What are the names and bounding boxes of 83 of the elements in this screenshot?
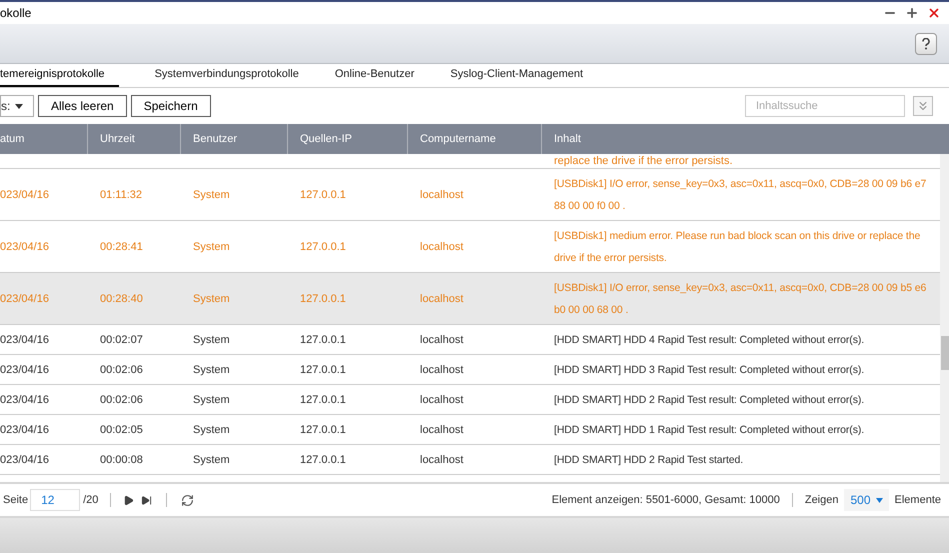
scrollbar[interactable] [940,154,949,482]
tab[interactable]: Online-Benutzer [320,63,428,87]
tab[interactable]: temereignisprotokolle [0,63,119,87]
table-cell-text: 023/04/16 [0,362,49,378]
table-cell-text: System [193,240,230,254]
table-cell-text: 127.0.0.1 [300,392,346,408]
table-cell-text: 00:02:05 [100,422,143,438]
search-field[interactable]: Inhaltssuche [745,95,905,117]
last-page-icon[interactable] [141,494,152,506]
refresh-icon[interactable] [181,494,194,506]
tab[interactable]: Systemverbindungsprotokolle [140,63,313,87]
table-cell-text: localhost [420,240,464,254]
table-cell-text: [HDD SMART] HDD 1 Rapid Test result: Completed without error(s). [554,422,864,438]
table-cell-text: 00:02:06 [100,392,143,408]
table-cell-text: System [193,188,230,202]
tab[interactable]: Syslog-Client-Management [436,63,598,87]
table-cell-text: 023/04/16 [0,240,49,254]
table-cell-text: localhost [420,292,464,306]
table-cell-text: 023/04/16 [0,292,49,306]
page-total: /20 [83,492,98,508]
table-cell-text: 01:11:32 [100,188,142,202]
close-icon[interactable] [927,6,941,20]
table-cell-text: localhost [420,422,464,438]
table-cell-text: 127.0.0.1 [300,188,346,202]
table-cell-text: [HDD SMART] HDD 4 Rapid Test result: Completed without error(s). [554,332,864,348]
table-cell-text: 127.0.0.1 [300,332,346,348]
filter-dropdown[interactable]: s: [0,95,34,117]
table-cell-text: System [193,332,230,348]
toolbar-button[interactable]: Alles leeren [38,95,127,117]
table-cell-text: [HDD SMART] HDD 2 Rapid Test started. [554,452,744,468]
per-page-dropdown[interactable]: 500 [844,489,889,511]
table-cell-text: 00:02:07 [100,332,143,348]
item-summary: Element anzeigen: 5501-6000, Gesamt: 10000 [552,492,780,508]
table-cell-text: System [193,422,230,438]
maximize-icon[interactable] [905,6,919,20]
table-cell-text: 023/04/16 [0,422,49,438]
table-cell-text: [USBDisk1] medium error. Please run bad block scan on this drive or replace the drive if the error persists. [554,228,922,266]
table-cell-text: 127.0.0.1 [300,422,346,438]
table-cell-text: [USBDisk1] I/O error, sense_key=0x3, asc=0x11, ascq=0x0, CDB=28 00 09 b6 e7 88 00 00 f0 00 . [554,176,928,214]
column-header[interactable]: Benutzer [181,124,288,154]
table-cell-text: System [193,362,230,378]
caret-icon [15,104,24,108]
table-cell-text: 127.0.0.1 [300,292,346,306]
toolbar-button[interactable]: Speichern [130,95,211,117]
table-cell-text: replace the drive if the error persists. [553,155,733,168]
show-label: Zeigen [804,492,838,508]
table-cell-text: 023/04/16 [0,452,49,468]
expand-button[interactable] [913,96,933,116]
window-title: okolle [0,5,32,22]
table-cell-text: 00:28:40 [100,292,143,306]
scrollbar-thumb[interactable] [941,336,949,370]
column-header[interactable]: Inhalt [542,124,940,154]
table-cell-text: 00:02:06 [100,362,143,378]
table-cell-text: localhost [420,392,464,408]
table-cell-text: [HDD SMART] HDD 3 Rapid Test result: Completed without error(s). [554,362,864,378]
caret-icon [876,498,883,502]
column-header[interactable]: atum [0,124,88,154]
table-cell-text: [HDD SMART] HDD 2 Rapid Test result: Completed without error(s). [554,392,864,408]
table-cell-text: localhost [420,452,464,468]
table-cell-text: 00:28:41 [100,240,143,254]
help-button[interactable] [915,32,937,54]
table-cell-text: 127.0.0.1 [300,240,346,254]
table-cell-text: 023/04/16 [0,332,49,348]
next-page-icon[interactable] [123,494,134,506]
table-cell-text: localhost [420,188,464,202]
table-cell-text: 00:00:08 [100,452,143,468]
table-cell-text: 023/04/16 [0,392,49,408]
question-icon [922,38,930,50]
unit-label: Elemente [894,492,941,508]
table-cell-text: System [193,392,230,408]
page-field[interactable]: 12 [30,489,80,511]
table-cell-text: System [193,292,230,306]
column-header[interactable]: Quellen-IP [288,124,408,154]
table-cell-text: [USBDisk1] I/O error, sense_key=0x3, asc=0x11, ascq=0x0, CDB=28 00 09 b5 e6 b0 00 00 68 00 . [554,280,928,318]
table-cell-text: System [193,452,230,468]
table-cell-text: 023/04/16 [0,188,49,202]
table-cell-text: localhost [420,362,464,378]
table-cell-text: localhost [420,332,464,348]
page-label: Seite [2,492,28,508]
table-cell-text: 127.0.0.1 [300,362,346,378]
column-header[interactable]: Computername [408,124,542,154]
table-cell-text: 127.0.0.1 [300,452,346,468]
column-header[interactable]: Uhrzeit [88,124,181,154]
